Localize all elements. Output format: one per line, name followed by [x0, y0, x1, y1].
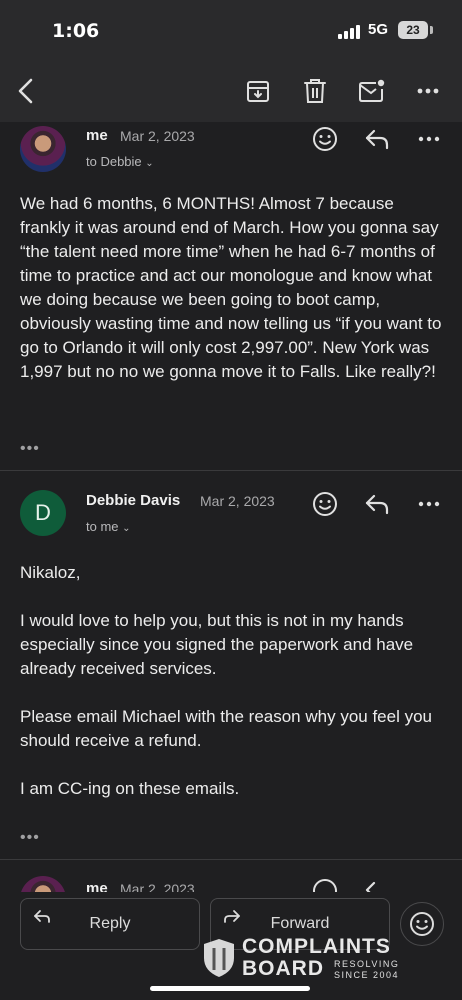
- message-body: Nikaloz, I would love to help you, but t…: [20, 563, 432, 798]
- recipient-label: to me: [86, 519, 119, 534]
- battery-tip: [430, 26, 433, 34]
- reply-button[interactable]: Reply: [20, 898, 200, 950]
- emoji-react-icon[interactable]: [310, 124, 340, 154]
- sender-name[interactable]: me: [86, 880, 108, 892]
- message-body: We had 6 months, 6 MONTHS! Almost 7 beca…: [20, 194, 442, 381]
- recipient-label: to Debbie: [86, 154, 142, 169]
- divider: [0, 859, 462, 860]
- message-date: Mar 2, 2023: [120, 881, 195, 892]
- message-2[interactable]: D Debbie Davis Mar 2, 2023 to me ⌄ Nikal…: [0, 471, 462, 863]
- avatar[interactable]: D: [20, 490, 66, 536]
- forward-label: Forward: [270, 915, 330, 932]
- message-date: Mar 2, 2023: [200, 493, 275, 509]
- mark-unread-icon[interactable]: [354, 73, 390, 109]
- chevron-down-icon: ⌄: [122, 523, 131, 534]
- shield-icon: [204, 939, 234, 977]
- sender-name[interactable]: me: [86, 127, 108, 144]
- avatar[interactable]: [20, 126, 66, 172]
- show-trimmed-button[interactable]: •••: [20, 829, 40, 847]
- more-icon[interactable]: [410, 73, 446, 109]
- reply-icon[interactable]: [362, 876, 392, 892]
- sender-name[interactable]: Debbie Davis: [86, 492, 180, 509]
- status-time: 1:06: [52, 20, 100, 42]
- more-icon[interactable]: [414, 124, 444, 154]
- watermark-tag2: SINCE 2004: [334, 970, 400, 980]
- trash-icon[interactable]: [297, 73, 333, 109]
- home-indicator[interactable]: [150, 986, 310, 991]
- chevron-down-icon: ⌄: [145, 158, 154, 169]
- message-1[interactable]: me Mar 2, 2023 to Debbie ⌄ We had 6 mont…: [0, 122, 462, 470]
- reply-icon: [33, 909, 51, 930]
- status-bar: 1:06 5G 23: [0, 0, 462, 60]
- archive-icon[interactable]: [240, 73, 276, 109]
- message-date: Mar 2, 2023: [120, 128, 195, 144]
- battery-icon: 23: [398, 21, 428, 39]
- emoji-react-icon[interactable]: [310, 489, 340, 519]
- forward-icon: [223, 909, 241, 930]
- more-icon[interactable]: [414, 489, 444, 519]
- avatar[interactable]: [20, 876, 66, 892]
- network-label: 5G: [368, 21, 389, 38]
- recipient-toggle[interactable]: to me ⌄: [86, 519, 131, 534]
- reply-icon[interactable]: [362, 124, 392, 154]
- reply-label: Reply: [89, 915, 131, 932]
- reply-icon[interactable]: [362, 489, 392, 519]
- watermark-tag1: RESOLVING: [334, 959, 400, 969]
- message-3[interactable]: me Mar 2, 2023: [0, 872, 462, 892]
- back-chevron-icon[interactable]: [8, 73, 44, 109]
- email-toolbar: [0, 60, 462, 122]
- watermark-logo: COMPLAINTS BOARD RESOLVING SINCE 2004: [202, 936, 422, 982]
- watermark-line1: COMPLAINTS: [242, 935, 391, 958]
- signal-icon: [338, 25, 362, 39]
- smiley-icon: [410, 912, 434, 936]
- recipient-toggle[interactable]: to Debbie ⌄: [86, 154, 154, 169]
- emoji-react-icon[interactable]: [310, 876, 340, 892]
- email-thread: me Mar 2, 2023 to Debbie ⌄ We had 6 mont…: [0, 122, 462, 892]
- show-trimmed-button[interactable]: •••: [20, 440, 40, 458]
- watermark-line2: BOARD: [242, 957, 324, 980]
